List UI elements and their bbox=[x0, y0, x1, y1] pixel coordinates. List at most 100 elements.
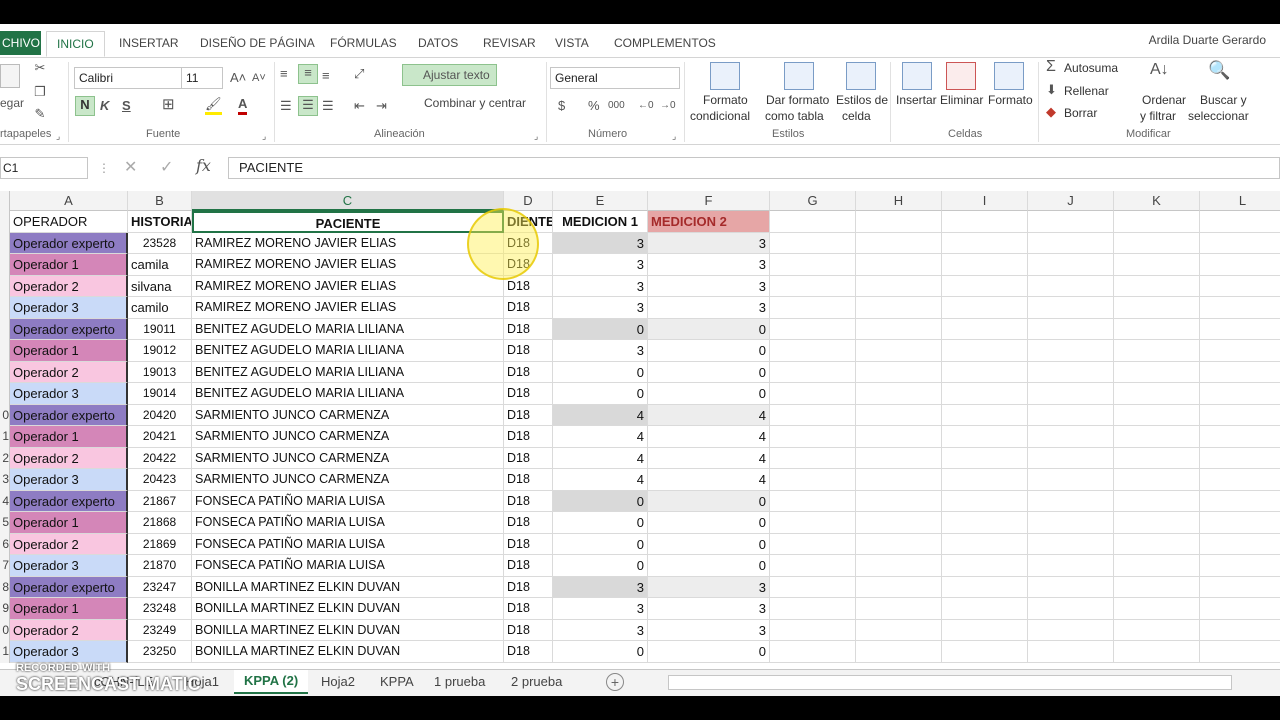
column-header-i[interactable]: I bbox=[942, 191, 1028, 211]
increase-indent-icon[interactable]: ⇥ bbox=[376, 98, 387, 114]
row-header[interactable]: 8 bbox=[0, 576, 10, 598]
cell-empty[interactable] bbox=[770, 426, 856, 448]
conditional-format-label-1[interactable]: Formato bbox=[703, 93, 748, 107]
cell-empty[interactable] bbox=[770, 598, 856, 620]
row-header[interactable] bbox=[0, 340, 10, 362]
cancel-icon[interactable]: ✕ bbox=[124, 160, 137, 176]
cell-empty[interactable] bbox=[942, 576, 1028, 598]
user-name[interactable]: Ardila Duarte Gerardo bbox=[1149, 33, 1266, 47]
cell-empty[interactable] bbox=[1114, 555, 1200, 577]
paste-label[interactable]: egar bbox=[0, 96, 24, 110]
cell-medicion-2[interactable]: 0 bbox=[648, 318, 770, 340]
insert-cells-label[interactable]: Insertar bbox=[896, 93, 937, 107]
cell-empty[interactable] bbox=[1028, 211, 1114, 233]
cell-empty[interactable] bbox=[942, 275, 1028, 297]
cell-historia[interactable]: 20421 bbox=[128, 426, 192, 448]
cell-empty[interactable] bbox=[1028, 383, 1114, 405]
cell-empty[interactable] bbox=[770, 211, 856, 233]
cell-empty[interactable] bbox=[942, 619, 1028, 641]
cell-empty[interactable] bbox=[942, 383, 1028, 405]
cell-medicion-1[interactable]: 4 bbox=[553, 404, 648, 426]
cell-empty[interactable] bbox=[856, 490, 942, 512]
cell-paciente[interactable]: RAMIREZ MORENO JAVIER ELIAS bbox=[192, 254, 504, 276]
cell-empty[interactable] bbox=[1200, 555, 1280, 577]
cell-empty[interactable] bbox=[1028, 275, 1114, 297]
enter-icon[interactable]: ✓ bbox=[160, 160, 173, 176]
cell-empty[interactable] bbox=[856, 447, 942, 469]
name-box[interactable]: C1 bbox=[0, 157, 88, 179]
column-header-b[interactable]: B bbox=[128, 191, 192, 211]
sort-filter-label-2[interactable]: y filtrar bbox=[1140, 109, 1176, 123]
clear-button[interactable]: Borrar bbox=[1064, 106, 1097, 120]
clipboard-launcher-icon[interactable]: ⌟ bbox=[56, 128, 60, 144]
cell-empty[interactable] bbox=[1114, 447, 1200, 469]
row-header[interactable]: 7 bbox=[0, 555, 10, 577]
cell-historia[interactable]: camilo bbox=[128, 297, 192, 319]
row-header[interactable] bbox=[0, 361, 10, 383]
cell-operador[interactable]: Operador 1 bbox=[10, 426, 128, 448]
cell-historia[interactable]: 20420 bbox=[128, 404, 192, 426]
cell-empty[interactable] bbox=[1028, 297, 1114, 319]
cell-empty[interactable] bbox=[770, 318, 856, 340]
cell-empty[interactable] bbox=[942, 361, 1028, 383]
cell-empty[interactable] bbox=[856, 426, 942, 448]
cell-paciente[interactable]: BENITEZ AGUDELO MARIA LILIANA bbox=[192, 383, 504, 405]
cell-empty[interactable] bbox=[856, 361, 942, 383]
clear-icon[interactable]: ◆ bbox=[1046, 104, 1056, 120]
cell-empty[interactable] bbox=[1114, 361, 1200, 383]
cell-medicion-1[interactable]: 0 bbox=[553, 383, 648, 405]
cell-empty[interactable] bbox=[856, 318, 942, 340]
row-header[interactable]: 0 bbox=[0, 404, 10, 426]
cell-medicion-1[interactable]: 3 bbox=[553, 576, 648, 598]
cell-medicion-2[interactable]: 3 bbox=[648, 254, 770, 276]
align-left-icon[interactable]: ☰ bbox=[280, 98, 292, 114]
cell-historia[interactable]: 21870 bbox=[128, 555, 192, 577]
horizontal-scrollbar[interactable] bbox=[668, 675, 1232, 690]
cell-empty[interactable] bbox=[1028, 598, 1114, 620]
cell-operador[interactable]: Operador 3 bbox=[10, 383, 128, 405]
cell-historia[interactable]: 23248 bbox=[128, 598, 192, 620]
cell-diente[interactable]: D18 bbox=[504, 641, 553, 663]
cell-historia[interactable]: silvana bbox=[128, 275, 192, 297]
row-header[interactable]: 2 bbox=[0, 447, 10, 469]
cell-diente[interactable]: D18 bbox=[504, 619, 553, 641]
cell-empty[interactable] bbox=[1028, 512, 1114, 534]
cell-empty[interactable] bbox=[942, 318, 1028, 340]
cell-medicion-2[interactable]: 3 bbox=[648, 598, 770, 620]
cell-operador[interactable]: Operador experto bbox=[10, 232, 128, 254]
column-header-g[interactable]: G bbox=[770, 191, 856, 211]
cell-paciente[interactable]: BENITEZ AGUDELO MARIA LILIANA bbox=[192, 361, 504, 383]
cell-paciente[interactable]: FONSECA PATIÑO MARIA LUISA bbox=[192, 533, 504, 555]
alignment-launcher-icon[interactable]: ⌟ bbox=[534, 128, 538, 144]
format-painter-icon[interactable]: ✎ bbox=[32, 106, 48, 122]
add-sheet-button[interactable]: + bbox=[606, 673, 624, 691]
cell-diente[interactable]: D18 bbox=[504, 383, 553, 405]
cell-empty[interactable] bbox=[942, 469, 1028, 491]
cell-empty[interactable] bbox=[856, 576, 942, 598]
cell-empty[interactable] bbox=[1028, 447, 1114, 469]
underline-button[interactable]: S bbox=[122, 98, 131, 114]
font-name-select[interactable]: Calibri bbox=[74, 67, 182, 89]
percent-button[interactable]: % bbox=[588, 98, 600, 114]
cell-empty[interactable] bbox=[1028, 619, 1114, 641]
cell-empty[interactable] bbox=[1200, 426, 1280, 448]
cell-empty[interactable] bbox=[1114, 512, 1200, 534]
sheet-tab-kppa[interactable]: KPPA bbox=[380, 674, 414, 689]
format-as-table-label-2[interactable]: como tabla bbox=[765, 109, 824, 123]
cell-diente[interactable]: D18 bbox=[504, 426, 553, 448]
cell-empty[interactable] bbox=[856, 297, 942, 319]
cell-empty[interactable] bbox=[942, 555, 1028, 577]
cell-empty[interactable] bbox=[1114, 275, 1200, 297]
cell-historia[interactable]: 19014 bbox=[128, 383, 192, 405]
cell-historia[interactable]: camila bbox=[128, 254, 192, 276]
cell-operador[interactable]: Operador 1 bbox=[10, 598, 128, 620]
cell-empty[interactable] bbox=[770, 361, 856, 383]
tab-diseno-pagina[interactable]: DISEÑO DE PÁGINA bbox=[200, 33, 315, 53]
cell-medicion-1[interactable]: 3 bbox=[553, 297, 648, 319]
header-cell-paciente[interactable]: PACIENTE bbox=[192, 211, 504, 233]
cell-diente[interactable]: D18 bbox=[504, 361, 553, 383]
decrease-font-icon[interactable]: A˅ bbox=[252, 70, 266, 86]
cell-empty[interactable] bbox=[942, 598, 1028, 620]
tab-file[interactable]: CHIVO bbox=[0, 31, 41, 55]
cell-diente[interactable]: D18 bbox=[504, 576, 553, 598]
